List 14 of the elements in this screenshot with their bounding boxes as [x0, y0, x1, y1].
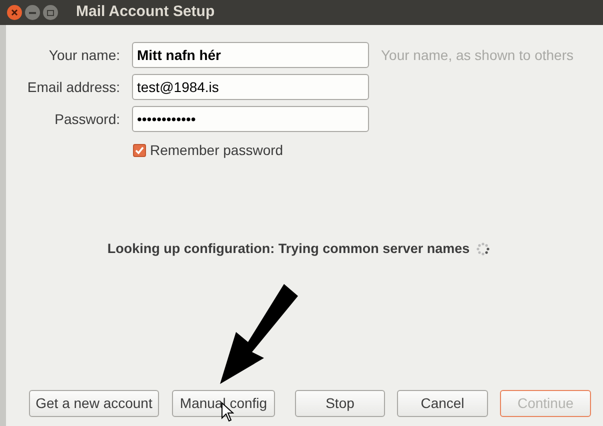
status-message: Looking up configuration: Trying common server names [107, 240, 470, 258]
dialog-button[interactable]: Cancel [397, 390, 488, 417]
field-label: Email address: [26, 78, 120, 96]
input-field[interactable]: Mitt nafn hér [132, 42, 369, 68]
field-hint: Your name, as shown to others [381, 46, 574, 64]
window-title: Mail Account Setup [76, 2, 215, 22]
checkbox-label[interactable]: Remember password [150, 140, 284, 161]
field-label: Your name: [48, 46, 120, 64]
dialog-button[interactable]: Stop [295, 390, 385, 417]
input-field[interactable]: test@1984.is [132, 74, 369, 100]
field-label: Password: [54, 110, 120, 128]
input-field[interactable]: •••••••••••• [132, 106, 369, 132]
dialog-button[interactable]: Get a new account [29, 390, 159, 417]
dialog-button[interactable]: Manual config [172, 390, 275, 417]
